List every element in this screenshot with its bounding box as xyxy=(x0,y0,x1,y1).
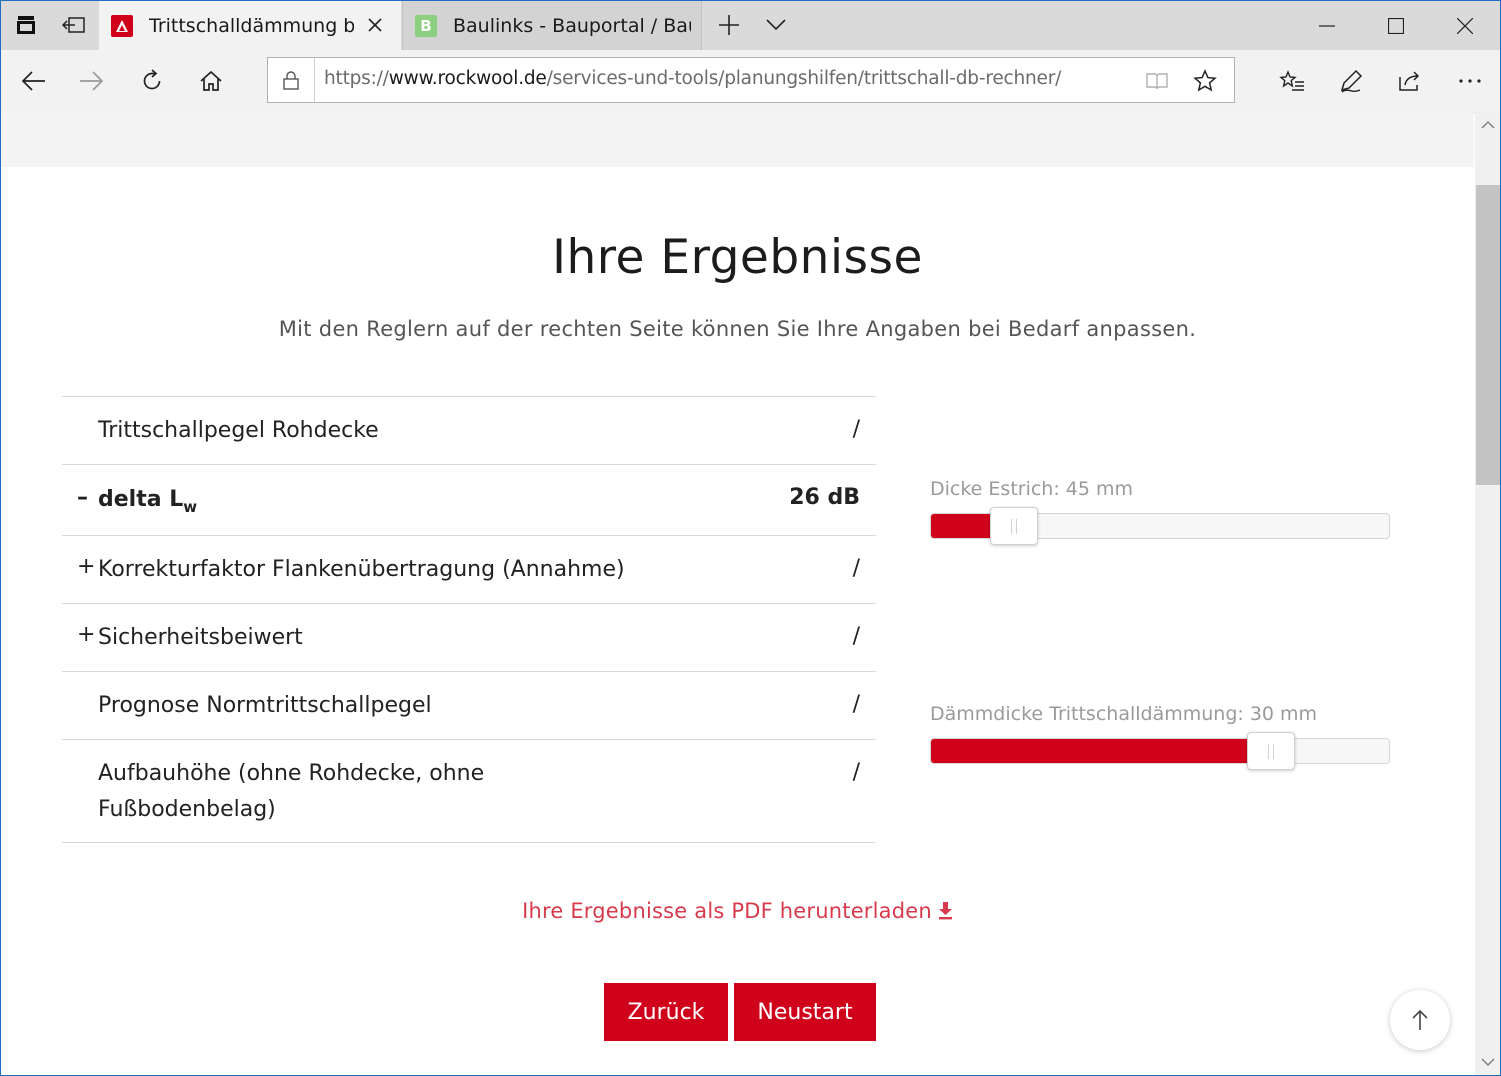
tab-title: Baulinks - Bauportal / Baum xyxy=(453,14,691,37)
url-path: /services-und-tools/planungshilfen/tritt… xyxy=(546,68,1062,89)
row-label: Trittschallpegel Rohdecke xyxy=(98,418,379,443)
navigation-bar: https://www.rockwool.de/services-und-too… xyxy=(1,50,1500,113)
url-text[interactable]: https://www.rockwool.de/services-und-too… xyxy=(324,68,1061,89)
url-domain: www.rockwool.de xyxy=(388,68,547,89)
baulinks-b-icon: B xyxy=(415,14,437,37)
scroll-to-top-button[interactable] xyxy=(1390,990,1450,1050)
back-button[interactable]: Zurück xyxy=(604,983,728,1041)
row-sign: – xyxy=(77,485,88,510)
vertical-scrollbar[interactable] xyxy=(1475,112,1500,1075)
tab-actions-icon[interactable] xyxy=(12,11,40,39)
tab-preview-chevron-icon[interactable] xyxy=(762,11,790,39)
reading-view-icon[interactable] xyxy=(1143,67,1171,95)
row-value: 26 dB xyxy=(789,485,860,510)
download-icon xyxy=(938,902,952,920)
page-subtitle: Mit den Reglern auf der rechten Seite kö… xyxy=(278,317,1197,341)
row-value: / xyxy=(852,760,860,785)
row-label: Aufbauhöhe (ohne Rohdecke, ohne Fußbodenb… xyxy=(98,756,484,828)
refresh-icon[interactable] xyxy=(135,64,169,98)
row-label: Sicherheitsbeiwert xyxy=(98,625,303,650)
row-value: / xyxy=(852,556,860,581)
row-label-line1: Aufbauhöhe (ohne Rohdecke, ohne xyxy=(98,761,485,786)
scroll-down-chevron-icon[interactable] xyxy=(1479,1055,1497,1069)
close-tab-icon[interactable] xyxy=(363,13,387,37)
tab-title: Trittschalldämmung ber xyxy=(149,14,354,37)
pdf-link-text: Ihre Ergebnisse als PDF herunterladen xyxy=(522,899,932,923)
lock-icon[interactable] xyxy=(268,58,315,102)
home-icon[interactable] xyxy=(194,64,228,98)
slider-estrich: Dicke Estrich: 45 mm xyxy=(930,478,1390,545)
result-row: + Korrekturfaktor Flankenübertragung (An… xyxy=(62,535,876,603)
slider-track[interactable] xyxy=(930,507,1390,545)
browser-window: Trittschalldämmung ber B Baulinks - Baup… xyxy=(0,0,1501,1076)
result-row: Aufbauhöhe (ohne Rohdecke, ohne Fußbodenb… xyxy=(62,739,876,843)
minimize-icon[interactable] xyxy=(1293,1,1361,50)
row-value: / xyxy=(852,624,860,649)
row-label: delta Lw xyxy=(98,482,197,519)
url-scheme: https:// xyxy=(324,68,389,89)
maximize-icon[interactable] xyxy=(1362,1,1430,50)
slider-label: Dämmdicke Trittschalldämmung: 30 mm xyxy=(930,703,1318,725)
header-band xyxy=(1,112,1474,167)
scroll-up-chevron-icon[interactable] xyxy=(1479,118,1497,132)
slider-handle[interactable] xyxy=(1247,732,1296,770)
tab-rockwool[interactable]: Trittschalldämmung ber xyxy=(99,1,401,50)
page-viewport: Ihre Ergebnisse Mit den Reglern auf der … xyxy=(1,112,1474,1075)
slider-label: Dicke Estrich: 45 mm xyxy=(930,478,1134,500)
scrollbar-thumb[interactable] xyxy=(1476,185,1500,485)
address-bar[interactable]: https://www.rockwool.de/services-und-too… xyxy=(267,57,1235,103)
slider-track[interactable] xyxy=(930,732,1390,770)
row-sign: + xyxy=(77,554,96,579)
delta-subscript: w xyxy=(183,498,198,516)
row-label-line2: Fußbodenbelag) xyxy=(98,797,276,822)
row-value: / xyxy=(852,692,860,717)
favorite-star-icon[interactable] xyxy=(1191,67,1219,95)
forward-arrow-icon[interactable] xyxy=(75,64,109,98)
restart-button[interactable]: Neustart xyxy=(734,983,876,1041)
page-title: Ihre Ergebnisse xyxy=(552,230,923,285)
tab-baulinks[interactable]: B Baulinks - Bauportal / Baum xyxy=(402,1,702,50)
new-tab-icon[interactable] xyxy=(715,11,743,39)
pdf-download-link[interactable]: Ihre Ergebnisse als PDF herunterladen xyxy=(1,899,1474,923)
row-sign: + xyxy=(77,622,96,647)
result-row: Trittschallpegel Rohdecke / xyxy=(62,396,876,464)
row-value: / xyxy=(852,417,860,442)
close-window-icon[interactable] xyxy=(1431,1,1499,50)
result-row: + Sicherheitsbeiwert / xyxy=(62,603,876,671)
result-row: Prognose Normtrittschallpegel / xyxy=(62,671,876,739)
row-label: Korrekturfaktor Flankenübertragung (Anna… xyxy=(98,557,625,582)
slider-fill xyxy=(931,739,1264,763)
back-arrow-icon[interactable] xyxy=(16,64,50,98)
row-label: Prognose Normtrittschallpegel xyxy=(98,693,432,718)
slider-daemmdicke: Dämmdicke Trittschalldämmung: 30 mm xyxy=(930,703,1390,770)
tab-strip: Trittschalldämmung ber B Baulinks - Baup… xyxy=(1,1,1500,50)
arrow-up-icon xyxy=(1412,1009,1428,1030)
rockwool-logo-icon xyxy=(111,14,133,37)
results-table: Trittschallpegel Rohdecke / – delta Lw 2… xyxy=(62,396,876,843)
result-row-delta: – delta Lw 26 dB xyxy=(62,464,876,535)
delta-label: delta L xyxy=(98,487,184,512)
slider-handle[interactable] xyxy=(989,507,1038,545)
favorites-hub-icon[interactable] xyxy=(1275,64,1309,98)
pen-notes-icon[interactable] xyxy=(1334,64,1368,98)
share-icon[interactable] xyxy=(1393,64,1427,98)
set-tabs-aside-icon[interactable] xyxy=(60,11,88,39)
more-menu-icon[interactable] xyxy=(1453,64,1487,98)
